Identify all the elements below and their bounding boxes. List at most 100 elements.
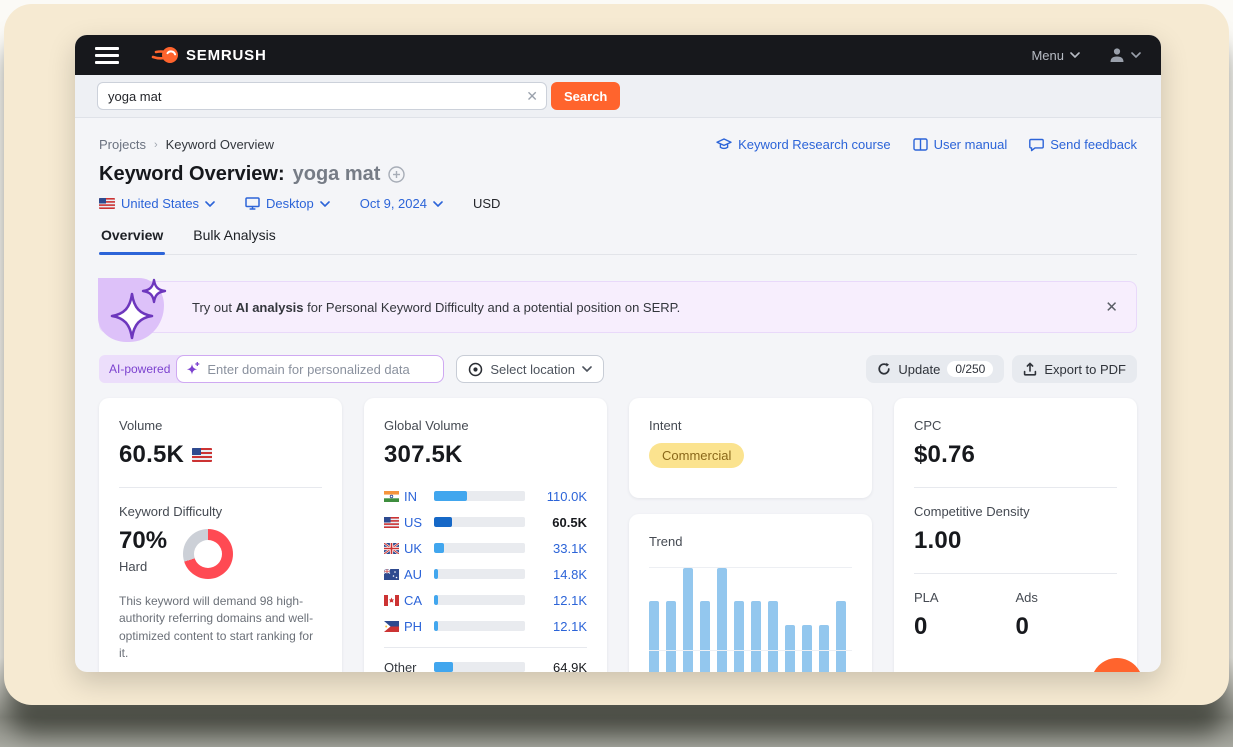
chevron-down-icon: [1070, 52, 1080, 58]
brand-name: SEMRUSH: [186, 47, 267, 64]
domain-input[interactable]: [176, 355, 444, 383]
intent-badge[interactable]: Commercial: [649, 443, 744, 468]
trend-bar: [717, 568, 727, 672]
controls-row: AI-powered Select location: [99, 355, 1137, 383]
device-filter[interactable]: Desktop: [245, 196, 330, 211]
country-volume-value: 60.5K: [535, 515, 587, 530]
clear-search-icon[interactable]: ✕: [526, 87, 538, 105]
other-countries-row: Other 64.9K: [384, 654, 587, 672]
send-feedback-link[interactable]: Send feedback: [1029, 137, 1137, 152]
competitive-density-value: 1.00: [914, 527, 1117, 555]
search-button[interactable]: Search: [551, 82, 620, 110]
keyword-search-input[interactable]: [97, 82, 547, 110]
breadcrumb-projects[interactable]: Projects: [99, 137, 146, 152]
country-link[interactable]: US: [404, 515, 434, 530]
country-volume-bar: [434, 621, 525, 631]
hamburger-menu-icon[interactable]: [95, 47, 119, 64]
global-volume-value: 307.5K: [384, 441, 587, 469]
country-volume-value: 64.9K: [535, 660, 587, 673]
kd-donut-chart: [183, 529, 233, 579]
flag-au-icon: [384, 569, 404, 580]
country-link[interactable]: UK: [404, 541, 434, 556]
banner-close-icon[interactable]: ✕: [1105, 298, 1118, 316]
country-row: AU 14.8K: [384, 561, 587, 587]
country-volume-value: 12.1K: [535, 593, 587, 608]
menu-dropdown[interactable]: Menu: [1031, 48, 1080, 63]
flag-in-icon: [384, 491, 404, 502]
user-account-dropdown[interactable]: [1108, 46, 1141, 64]
country-volume-value: 110.0K: [535, 489, 587, 504]
user-icon: [1108, 46, 1126, 64]
kd-level: Hard: [119, 559, 167, 574]
country-row: PH 12.1K: [384, 613, 587, 639]
graduation-cap-icon: [716, 138, 732, 152]
pla-label: PLA: [914, 590, 1016, 605]
tab-bulk-analysis[interactable]: Bulk Analysis: [191, 227, 277, 254]
breadcrumb-separator-icon: ›: [154, 139, 158, 151]
page-title: Keyword Overview:: [99, 163, 285, 186]
page-keyword: yoga mat: [293, 163, 381, 186]
flag-us-icon: [192, 448, 212, 462]
breadcrumb: Projects › Keyword Overview: [99, 137, 274, 152]
banner-text: Try out AI analysis for Personal Keyword…: [192, 300, 680, 315]
user-manual-link[interactable]: User manual: [913, 137, 1008, 152]
ads-label: Ads: [1016, 590, 1118, 605]
location-pin-icon: [468, 362, 483, 377]
country-volume-value: 14.8K: [535, 567, 587, 582]
volume-value: 60.5K: [119, 441, 184, 469]
country-link[interactable]: CA: [404, 593, 434, 608]
trend-bar: [649, 601, 659, 672]
kd-percent: 70%: [119, 527, 167, 555]
chat-bubble-icon: [1029, 138, 1044, 152]
breadcrumb-current: Keyword Overview: [166, 137, 274, 152]
intent-label: Intent: [649, 418, 852, 433]
export-icon: [1023, 362, 1037, 376]
other-label: Other: [384, 660, 434, 673]
global-volume-label: Global Volume: [384, 418, 587, 433]
semrush-logo[interactable]: SEMRUSH: [151, 45, 267, 65]
trend-bar: [734, 601, 744, 672]
flag-uk-icon: [384, 543, 404, 554]
tab-overview[interactable]: Overview: [99, 227, 165, 254]
chevron-down-icon: [1131, 52, 1141, 58]
add-keyword-icon[interactable]: [388, 166, 405, 183]
trend-bar: [700, 601, 710, 672]
country-link[interactable]: PH: [404, 619, 434, 634]
trend-bar-chart: [649, 567, 852, 672]
select-location-dropdown[interactable]: Select location: [456, 355, 604, 383]
export-to-pdf-button[interactable]: Export to PDF: [1012, 355, 1137, 383]
country-volume-bar: [434, 595, 525, 605]
ai-powered-tag: AI-powered: [99, 355, 184, 383]
book-icon: [913, 138, 928, 151]
currency-label: USD: [473, 196, 500, 211]
flag-us-icon: [99, 198, 115, 209]
country-volume-bar: [434, 543, 525, 553]
pla-value: 0: [914, 613, 1016, 641]
ads-value: 0: [1016, 613, 1118, 641]
trend-bar: [683, 568, 693, 672]
scene: SEMRUSH Menu ✕ Search: [0, 0, 1233, 747]
cpc-card: CPC $0.76 Competitive Density 1.00 PLA 0…: [894, 398, 1137, 672]
chevron-down-icon: [433, 201, 443, 207]
trend-bar: [802, 625, 812, 672]
update-count-badge: 0/250: [947, 361, 993, 377]
flag-ph-icon: [384, 621, 404, 632]
semrush-flame-icon: [151, 45, 179, 65]
country-filter[interactable]: United States: [99, 196, 215, 211]
update-button[interactable]: Update 0/250: [866, 355, 1004, 383]
date-filter[interactable]: Oct 9, 2024: [360, 196, 443, 211]
refresh-icon: [877, 362, 891, 376]
keyword-research-course-link[interactable]: Keyword Research course: [716, 137, 890, 152]
top-bar: SEMRUSH Menu: [75, 35, 1161, 75]
country-volume-bar: [434, 662, 525, 672]
kd-description: This keyword will demand 98 high-authori…: [119, 593, 322, 663]
country-link[interactable]: IN: [404, 489, 434, 504]
menu-label: Menu: [1031, 48, 1064, 63]
country-volume-value: 12.1K: [535, 619, 587, 634]
app-window: SEMRUSH Menu ✕ Search: [75, 35, 1161, 672]
country-row: IN 110.0K: [384, 483, 587, 509]
trend-label: Trend: [649, 534, 852, 549]
country-link[interactable]: AU: [404, 567, 434, 582]
country-volume-bar: [434, 569, 525, 579]
country-volume-value: 33.1K: [535, 541, 587, 556]
